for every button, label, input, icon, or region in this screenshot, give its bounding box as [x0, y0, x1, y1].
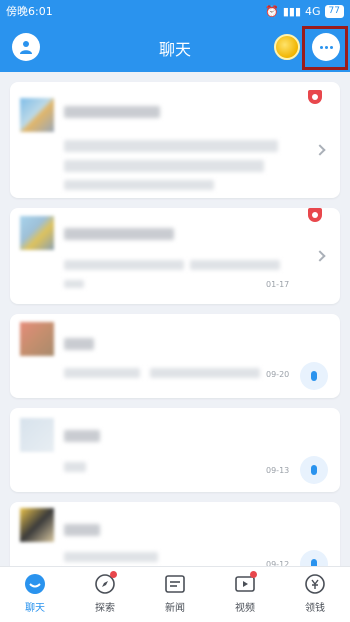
chat-list[interactable]: 01-17 09-20 09-13 09-12	[0, 72, 350, 566]
video-icon	[234, 571, 257, 595]
chevron-right-icon	[314, 250, 326, 262]
nav-label: 视频	[235, 603, 255, 614]
nav-label: 新闻	[165, 603, 185, 614]
microphone-icon	[311, 371, 317, 381]
list-item[interactable]: 01-17	[10, 208, 340, 304]
chat-title	[64, 338, 94, 350]
avatar	[20, 322, 54, 356]
voice-button[interactable]	[300, 362, 328, 390]
chat-title	[64, 524, 100, 536]
nav-item-explore[interactable]: 探索	[80, 571, 130, 614]
alarm-icon: ⏰	[265, 4, 279, 18]
notification-dot	[110, 571, 117, 578]
chat-preview	[64, 462, 86, 472]
avatar	[20, 216, 54, 250]
pin-badge	[308, 208, 322, 222]
list-item[interactable]: 09-13	[10, 408, 340, 492]
microphone-icon	[311, 465, 317, 475]
chat-preview	[190, 260, 280, 270]
chat-preview	[64, 260, 184, 270]
coin-button[interactable]	[274, 34, 300, 60]
nav-item-money[interactable]: 领钱	[290, 573, 340, 614]
chat-title	[64, 228, 174, 240]
avatar	[20, 508, 54, 542]
list-item[interactable]: 09-20	[10, 314, 340, 398]
chat-preview	[64, 552, 158, 562]
microphone-icon	[311, 559, 317, 566]
compass-icon	[94, 571, 117, 595]
battery-icon: 77	[324, 4, 344, 18]
chat-title	[64, 430, 100, 442]
chat-preview	[64, 180, 214, 190]
list-item[interactable]: 09-12	[10, 502, 340, 566]
chat-preview	[64, 280, 84, 288]
highlight-box	[302, 26, 348, 70]
chat-preview	[64, 140, 278, 152]
nav-label: 领钱	[305, 603, 325, 614]
status-bar: 傍晚6:01 ⏰ ▮▮▮ 4G 77	[0, 0, 350, 22]
avatar	[20, 418, 54, 452]
chat-icon	[24, 573, 46, 595]
chat-date: 01-17	[266, 280, 290, 289]
bottom-nav: 聊天 探索 新闻 视频 领钱	[0, 566, 350, 622]
status-time: 傍晚6:01	[6, 5, 53, 18]
list-item[interactable]	[10, 82, 340, 198]
app-header: 聊天	[0, 22, 350, 72]
chat-preview	[150, 368, 260, 378]
status-right: ⏰ ▮▮▮ 4G 77	[265, 4, 344, 18]
chat-preview	[64, 368, 140, 378]
chat-date: 09-20	[266, 370, 290, 379]
chat-preview	[64, 160, 264, 172]
avatar	[20, 98, 54, 132]
nav-item-news[interactable]: 新闻	[150, 573, 200, 614]
chevron-right-icon	[314, 144, 326, 156]
signal-icon: ▮▮▮	[282, 4, 302, 18]
network-type: 4G	[305, 4, 321, 18]
nav-label: 聊天	[25, 603, 45, 614]
voice-button[interactable]	[300, 550, 328, 566]
chat-date: 09-13	[266, 466, 290, 475]
pin-badge	[308, 90, 322, 104]
notification-dot	[250, 571, 257, 578]
nav-item-video[interactable]: 视频	[220, 571, 270, 614]
voice-button[interactable]	[300, 456, 328, 484]
nav-label: 探索	[95, 603, 115, 614]
news-icon	[164, 573, 186, 595]
nav-item-chat[interactable]: 聊天	[10, 573, 60, 614]
chat-title	[64, 106, 160, 118]
money-icon	[304, 573, 326, 595]
